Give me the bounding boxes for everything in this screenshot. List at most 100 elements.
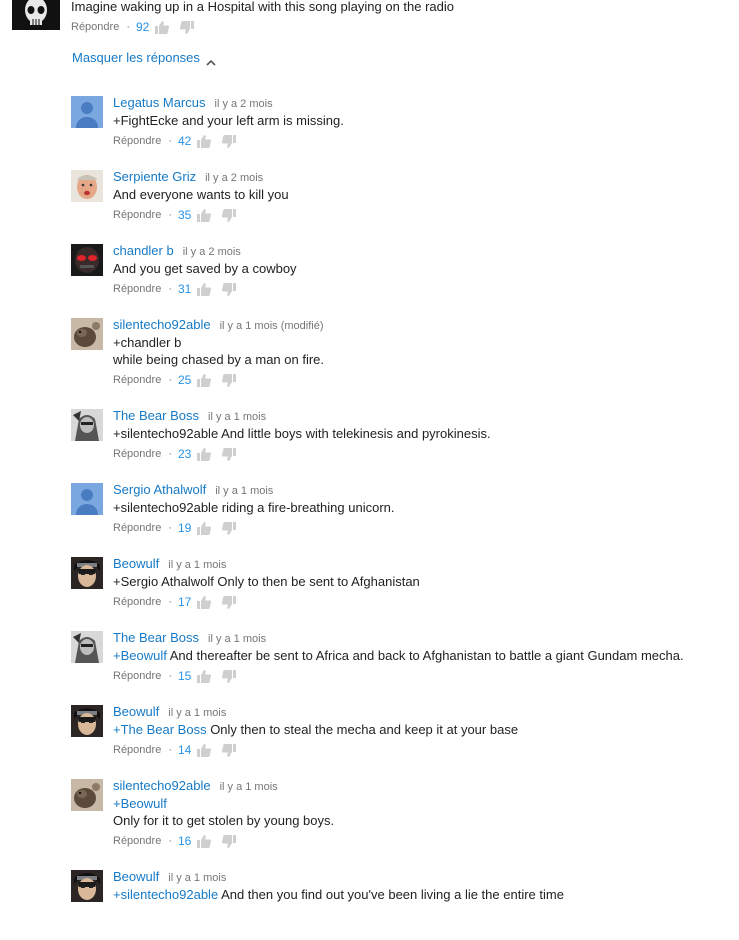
comment-body: And then you find out you've been living… (218, 887, 564, 902)
thumbs-up-icon[interactable] (197, 134, 212, 148)
reply-button[interactable]: Répondre (113, 522, 161, 534)
author-name-link[interactable]: Beowulf (113, 704, 159, 719)
top-comment-actions: Répondre · 92 (71, 19, 205, 35)
comment-timestamp[interactable]: il y a 1 mois (208, 633, 266, 645)
reply-comment: chandler b il y a 2 mois And you get saved… (0, 243, 739, 314)
skull-avatar[interactable] (12, 0, 60, 30)
comment-timestamp[interactable]: il y a 1 mois (215, 485, 273, 497)
avatar[interactable] (71, 631, 103, 663)
mention-link[interactable]: +Beowulf (113, 648, 167, 663)
thumbs-down-icon[interactable] (222, 521, 237, 535)
hide-replies-toggle[interactable]: Masquer les réponses (72, 50, 216, 66)
comment-text: while being chased by a man on fire. (113, 352, 324, 367)
comment-body: And thereafter be sent to Africa and bac… (166, 648, 684, 663)
comment-actions: Répondre · 17 (113, 594, 247, 610)
reply-button[interactable]: Répondre (113, 374, 161, 386)
comment-text: And everyone wants to kill you (113, 187, 289, 202)
comment-text: +silentecho92able And then you find out … (113, 887, 564, 902)
thumbs-down-icon[interactable] (222, 669, 237, 683)
author-name-link[interactable]: The Bear Boss (113, 408, 199, 423)
thumbs-up-icon[interactable] (197, 373, 212, 387)
avatar[interactable] (71, 779, 103, 811)
comment-timestamp[interactable]: il y a 1 mois (168, 559, 226, 571)
thumbs-up-icon[interactable] (197, 595, 212, 609)
reply-button[interactable]: Répondre (113, 135, 161, 147)
comment-timestamp[interactable]: il y a 1 mois (208, 411, 266, 423)
avatar[interactable] (71, 96, 103, 128)
comment-timestamp[interactable]: il y a 1 mois (168, 872, 226, 884)
like-count: 17 (178, 595, 192, 609)
like-count: 25 (178, 373, 192, 387)
thumbs-down-icon[interactable] (180, 20, 195, 34)
avatar[interactable] (71, 870, 103, 902)
reply-button[interactable]: Répondre (113, 670, 161, 682)
thumbs-up-icon[interactable] (197, 447, 212, 461)
comment-header: Beowulf il y a 1 mois (113, 869, 226, 884)
avatar[interactable] (71, 318, 103, 350)
thumbs-down-icon[interactable] (222, 282, 237, 296)
thumbs-down-icon[interactable] (222, 595, 237, 609)
comment-timestamp[interactable]: il y a 1 mois (modifié) (220, 320, 324, 332)
reply-button[interactable]: Répondre (113, 744, 161, 756)
avatar[interactable] (71, 483, 103, 515)
author-name-link[interactable]: Serpiente Griz (113, 169, 196, 184)
like-count: 31 (178, 282, 192, 296)
separator-dot: · (168, 522, 172, 534)
avatar[interactable] (71, 244, 103, 276)
author-name-link[interactable]: Beowulf (113, 556, 159, 571)
thumbs-up-icon[interactable] (197, 743, 212, 757)
reply-button[interactable]: Répondre (113, 596, 161, 608)
like-count: 19 (178, 521, 192, 535)
thumbs-up-icon[interactable] (197, 282, 212, 296)
mention-link[interactable]: +The Bear Boss (113, 722, 207, 737)
comment-actions: Répondre · 19 (113, 520, 247, 536)
author-name-link[interactable]: Beowulf (113, 869, 159, 884)
comment-body: while being chased by a man on fire. (113, 352, 325, 367)
thumbs-down-icon[interactable] (222, 134, 237, 148)
comment-header: Beowulf il y a 1 mois (113, 704, 226, 719)
like-count: 23 (178, 447, 192, 461)
thumbs-down-icon[interactable] (222, 447, 237, 461)
author-name-link[interactable]: silentecho92able (113, 778, 211, 793)
reply-button[interactable]: Répondre (113, 448, 161, 460)
comment-body: Only for it to get stolen by young boys. (113, 813, 335, 828)
thumbs-up-icon[interactable] (197, 834, 212, 848)
thumbs-down-icon[interactable] (222, 208, 237, 222)
reply-button[interactable]: Répondre (113, 209, 161, 221)
thumbs-up-icon[interactable] (197, 521, 212, 535)
comment-timestamp[interactable]: il y a 2 mois (215, 98, 273, 110)
separator-dot: · (168, 835, 172, 847)
author-name-link[interactable]: The Bear Boss (113, 630, 199, 645)
avatar[interactable] (71, 705, 103, 737)
comment-actions: Répondre · 23 (113, 446, 247, 462)
comment-body: And everyone wants to kill you (113, 187, 289, 202)
avatar[interactable] (71, 409, 103, 441)
comment-header: Sergio Athalwolf il y a 1 mois (113, 482, 273, 497)
avatar[interactable] (71, 170, 103, 202)
comment-timestamp[interactable]: il y a 2 mois (205, 172, 263, 184)
like-count: 35 (178, 208, 192, 222)
author-name-link[interactable]: silentecho92able (113, 317, 211, 332)
thumbs-down-icon[interactable] (222, 834, 237, 848)
comment-header: Legatus Marcus il y a 2 mois (113, 95, 273, 110)
mention-link[interactable]: +silentecho92able (113, 887, 218, 902)
reply-button[interactable]: Répondre (113, 835, 161, 847)
comment-timestamp[interactable]: il y a 1 mois (220, 781, 278, 793)
thumbs-down-icon[interactable] (222, 743, 237, 757)
comment-body: +silentecho92able And little boys with t… (113, 426, 491, 441)
reply-button[interactable]: Répondre (71, 21, 119, 33)
reply-button[interactable]: Répondre (113, 283, 161, 295)
comment-text: +Beowulf And thereafter be sent to Afric… (113, 648, 684, 663)
comment-timestamp[interactable]: il y a 2 mois (183, 246, 241, 258)
author-name-link[interactable]: Legatus Marcus (113, 95, 206, 110)
avatar[interactable] (71, 557, 103, 589)
thumbs-up-icon[interactable] (197, 208, 212, 222)
like-count: 16 (178, 834, 192, 848)
comment-text: +silentecho92able riding a fire-breathin… (113, 500, 395, 515)
author-name-link[interactable]: chandler b (113, 243, 174, 258)
author-name-link[interactable]: Sergio Athalwolf (113, 482, 206, 497)
thumbs-down-icon[interactable] (222, 373, 237, 387)
comment-timestamp[interactable]: il y a 1 mois (168, 707, 226, 719)
thumbs-up-icon[interactable] (155, 20, 170, 34)
thumbs-up-icon[interactable] (197, 669, 212, 683)
